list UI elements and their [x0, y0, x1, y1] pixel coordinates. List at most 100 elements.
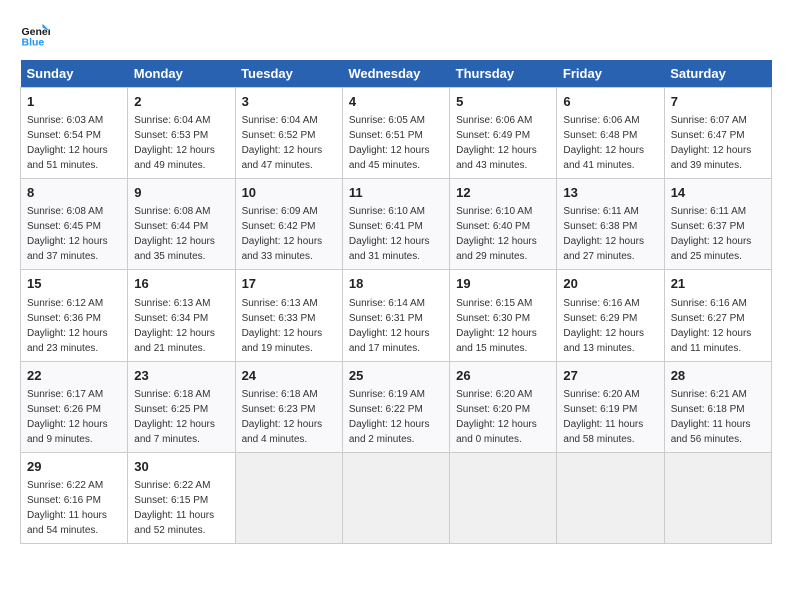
day-info: Sunrise: 6:22 AMSunset: 6:15 PMDaylight:…: [134, 480, 214, 536]
day-info: Sunrise: 6:18 AMSunset: 6:25 PMDaylight:…: [134, 389, 215, 445]
weekday-thursday: Thursday: [450, 60, 557, 88]
day-number: 27: [563, 367, 657, 385]
calendar-cell: 7 Sunrise: 6:07 AMSunset: 6:47 PMDaylight…: [664, 88, 771, 179]
day-info: Sunrise: 6:21 AMSunset: 6:18 PMDaylight:…: [671, 389, 751, 445]
day-number: 22: [27, 367, 121, 385]
page-header: General Blue: [20, 20, 772, 50]
day-info: Sunrise: 6:17 AMSunset: 6:26 PMDaylight:…: [27, 389, 108, 445]
weekday-header-row: SundayMondayTuesdayWednesdayThursdayFrid…: [21, 60, 772, 88]
day-number: 10: [242, 184, 336, 202]
calendar-cell: 16Sunrise: 6:13 AMSunset: 6:34 PMDayligh…: [128, 270, 235, 361]
day-info: Sunrise: 6:11 AMSunset: 6:37 PMDaylight:…: [671, 206, 752, 262]
day-info: Sunrise: 6:13 AMSunset: 6:33 PMDaylight:…: [242, 298, 323, 354]
calendar-cell: 27 Sunrise: 6:20 AMSunset: 6:19 PMDayligh…: [557, 361, 664, 452]
day-number: 18: [349, 275, 443, 293]
day-info: Sunrise: 6:11 AMSunset: 6:38 PMDaylight:…: [563, 206, 644, 262]
day-info: Sunrise: 6:04 AMSunset: 6:53 PMDaylight:…: [134, 115, 215, 171]
day-number: 17: [242, 275, 336, 293]
calendar-week-3: 15Sunrise: 6:12 AMSunset: 6:36 PMDayligh…: [21, 270, 772, 361]
calendar-cell: 14 Sunrise: 6:11 AMSunset: 6:37 PMDayligh…: [664, 179, 771, 270]
calendar-cell: 12 Sunrise: 6:10 AMSunset: 6:40 PMDayligh…: [450, 179, 557, 270]
calendar-week-2: 8 Sunrise: 6:08 AMSunset: 6:45 PMDaylight…: [21, 179, 772, 270]
logo: General Blue: [20, 20, 54, 50]
weekday-tuesday: Tuesday: [235, 60, 342, 88]
calendar-cell: 1Sunrise: 6:03 AMSunset: 6:54 PMDaylight…: [21, 88, 128, 179]
calendar-week-5: 29Sunrise: 6:22 AMSunset: 6:16 PMDayligh…: [21, 452, 772, 543]
calendar-cell: 21 Sunrise: 6:16 AMSunset: 6:27 PMDayligh…: [664, 270, 771, 361]
calendar-cell: 28Sunrise: 6:21 AMSunset: 6:18 PMDayligh…: [664, 361, 771, 452]
calendar-cell: [450, 452, 557, 543]
day-info: Sunrise: 6:07 AMSunset: 6:47 PMDaylight:…: [671, 115, 752, 171]
day-number: 5: [456, 93, 550, 111]
calendar-cell: 24 Sunrise: 6:18 AMSunset: 6:23 PMDayligh…: [235, 361, 342, 452]
day-number: 13: [563, 184, 657, 202]
day-info: Sunrise: 6:14 AMSunset: 6:31 PMDaylight:…: [349, 298, 430, 354]
calendar-cell: 30Sunrise: 6:22 AMSunset: 6:15 PMDayligh…: [128, 452, 235, 543]
calendar-cell: 9 Sunrise: 6:08 AMSunset: 6:44 PMDaylight…: [128, 179, 235, 270]
day-info: Sunrise: 6:06 AMSunset: 6:48 PMDaylight:…: [563, 115, 644, 171]
day-info: Sunrise: 6:22 AMSunset: 6:16 PMDaylight:…: [27, 480, 107, 536]
logo-icon: General Blue: [20, 20, 50, 50]
calendar-cell: 13 Sunrise: 6:11 AMSunset: 6:38 PMDayligh…: [557, 179, 664, 270]
day-number: 7: [671, 93, 765, 111]
calendar-cell: 25 Sunrise: 6:19 AMSunset: 6:22 PMDayligh…: [342, 361, 449, 452]
day-info: Sunrise: 6:16 AMSunset: 6:29 PMDaylight:…: [563, 298, 644, 354]
calendar-table: SundayMondayTuesdayWednesdayThursdayFrid…: [20, 60, 772, 544]
calendar-week-4: 22 Sunrise: 6:17 AMSunset: 6:26 PMDayligh…: [21, 361, 772, 452]
calendar-cell: 3 Sunrise: 6:04 AMSunset: 6:52 PMDaylight…: [235, 88, 342, 179]
day-info: Sunrise: 6:10 AMSunset: 6:40 PMDaylight:…: [456, 206, 537, 262]
calendar-cell: 20 Sunrise: 6:16 AMSunset: 6:29 PMDayligh…: [557, 270, 664, 361]
day-number: 23: [134, 367, 228, 385]
day-info: Sunrise: 6:10 AMSunset: 6:41 PMDaylight:…: [349, 206, 430, 262]
day-number: 4: [349, 93, 443, 111]
day-info: Sunrise: 6:09 AMSunset: 6:42 PMDaylight:…: [242, 206, 323, 262]
day-number: 1: [27, 93, 121, 111]
day-number: 11: [349, 184, 443, 202]
calendar-cell: [235, 452, 342, 543]
calendar-cell: [664, 452, 771, 543]
day-info: Sunrise: 6:08 AMSunset: 6:44 PMDaylight:…: [134, 206, 215, 262]
day-info: Sunrise: 6:20 AMSunset: 6:19 PMDaylight:…: [563, 389, 643, 445]
weekday-friday: Friday: [557, 60, 664, 88]
day-info: Sunrise: 6:15 AMSunset: 6:30 PMDaylight:…: [456, 298, 537, 354]
day-info: Sunrise: 6:19 AMSunset: 6:22 PMDaylight:…: [349, 389, 430, 445]
day-number: 20: [563, 275, 657, 293]
calendar-cell: [557, 452, 664, 543]
calendar-cell: 5 Sunrise: 6:06 AMSunset: 6:49 PMDaylight…: [450, 88, 557, 179]
day-info: Sunrise: 6:16 AMSunset: 6:27 PMDaylight:…: [671, 298, 752, 354]
day-info: Sunrise: 6:08 AMSunset: 6:45 PMDaylight:…: [27, 206, 108, 262]
calendar-cell: 4 Sunrise: 6:05 AMSunset: 6:51 PMDaylight…: [342, 88, 449, 179]
calendar-cell: 18 Sunrise: 6:14 AMSunset: 6:31 PMDayligh…: [342, 270, 449, 361]
day-number: 2: [134, 93, 228, 111]
day-number: 12: [456, 184, 550, 202]
day-info: Sunrise: 6:18 AMSunset: 6:23 PMDaylight:…: [242, 389, 323, 445]
day-number: 15: [27, 275, 121, 293]
calendar-cell: 2 Sunrise: 6:04 AMSunset: 6:53 PMDaylight…: [128, 88, 235, 179]
day-info: Sunrise: 6:04 AMSunset: 6:52 PMDaylight:…: [242, 115, 323, 171]
day-info: Sunrise: 6:05 AMSunset: 6:51 PMDaylight:…: [349, 115, 430, 171]
day-number: 3: [242, 93, 336, 111]
day-number: 6: [563, 93, 657, 111]
svg-text:Blue: Blue: [22, 37, 45, 49]
calendar-cell: 19Sunrise: 6:15 AMSunset: 6:30 PMDayligh…: [450, 270, 557, 361]
day-number: 24: [242, 367, 336, 385]
day-number: 16: [134, 275, 228, 293]
weekday-sunday: Sunday: [21, 60, 128, 88]
day-number: 14: [671, 184, 765, 202]
calendar-week-1: 1Sunrise: 6:03 AMSunset: 6:54 PMDaylight…: [21, 88, 772, 179]
day-number: 9: [134, 184, 228, 202]
calendar-cell: 11 Sunrise: 6:10 AMSunset: 6:41 PMDayligh…: [342, 179, 449, 270]
calendar-cell: 29Sunrise: 6:22 AMSunset: 6:16 PMDayligh…: [21, 452, 128, 543]
calendar-cell: 6 Sunrise: 6:06 AMSunset: 6:48 PMDaylight…: [557, 88, 664, 179]
day-number: 21: [671, 275, 765, 293]
calendar-cell: 26Sunrise: 6:20 AMSunset: 6:20 PMDayligh…: [450, 361, 557, 452]
day-info: Sunrise: 6:06 AMSunset: 6:49 PMDaylight:…: [456, 115, 537, 171]
day-number: 25: [349, 367, 443, 385]
day-number: 8: [27, 184, 121, 202]
calendar-cell: 10 Sunrise: 6:09 AMSunset: 6:42 PMDayligh…: [235, 179, 342, 270]
weekday-monday: Monday: [128, 60, 235, 88]
calendar-cell: 22 Sunrise: 6:17 AMSunset: 6:26 PMDayligh…: [21, 361, 128, 452]
weekday-saturday: Saturday: [664, 60, 771, 88]
weekday-wednesday: Wednesday: [342, 60, 449, 88]
calendar-cell: 8 Sunrise: 6:08 AMSunset: 6:45 PMDaylight…: [21, 179, 128, 270]
